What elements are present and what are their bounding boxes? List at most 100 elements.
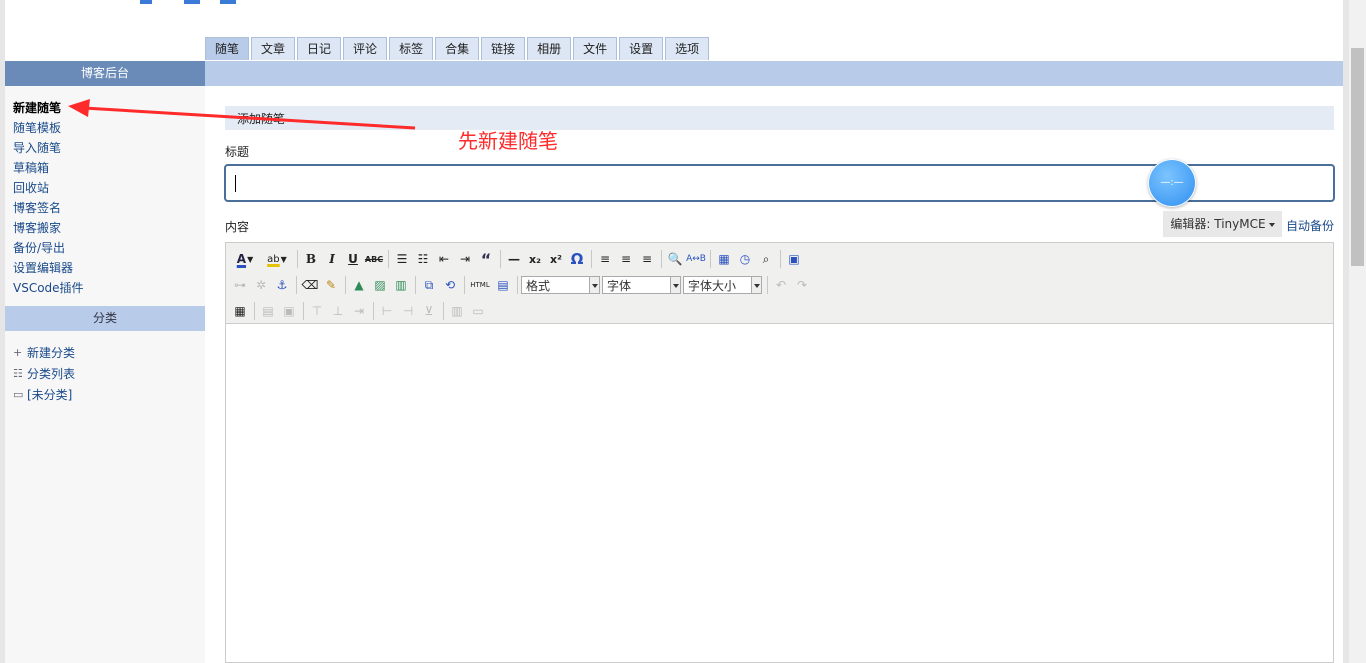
merge-cells-icon[interactable]: ▭ xyxy=(468,301,488,321)
tab-diary[interactable]: 日记 xyxy=(297,37,342,60)
cell-props-icon[interactable]: ▣ xyxy=(279,301,299,321)
category-item-uncategorized[interactable]: ▭ [未分类] xyxy=(13,384,75,405)
bold-icon[interactable]: B xyxy=(301,249,321,269)
sidebar-item-import[interactable]: 导入随笔 xyxy=(13,138,84,158)
unlink-icon[interactable]: ✲ xyxy=(251,275,271,295)
insert-date-icon[interactable]: ▦ xyxy=(714,249,734,269)
tab-article[interactable]: 文章 xyxy=(251,37,296,60)
superscript-icon[interactable]: x² xyxy=(546,249,566,269)
format-select[interactable]: 格式 xyxy=(521,276,600,294)
sidebar-item-templates[interactable]: 随笔模板 xyxy=(13,118,84,138)
sidebar-item-backup[interactable]: 备份/导出 xyxy=(13,238,84,258)
find-icon[interactable]: 🔍 xyxy=(665,249,685,269)
scrollbar-thumb[interactable] xyxy=(1351,48,1364,266)
text-color-icon[interactable]: A ▼ xyxy=(230,249,260,269)
toolbar-separator xyxy=(415,276,416,294)
image-icon[interactable]: ▨ xyxy=(370,275,390,295)
undo-icon[interactable]: ↶ xyxy=(771,275,791,295)
tab-essay[interactable]: 随笔 xyxy=(205,37,250,60)
main-tabs: 随笔 文章 日记 评论 标签 合集 链接 相册 文件 设置 选项 xyxy=(205,37,710,61)
horizontal-rule-icon[interactable]: — xyxy=(504,249,524,269)
sidebar-item-vscode[interactable]: VSCode插件 xyxy=(13,278,84,298)
delete-col-icon[interactable]: ⊻ xyxy=(419,301,439,321)
delete-row-icon[interactable]: ⇥ xyxy=(349,301,369,321)
preview-icon[interactable]: ⌕ xyxy=(756,249,776,269)
tab-links[interactable]: 链接 xyxy=(481,37,526,60)
col-after-icon[interactable]: ⊣ xyxy=(398,301,418,321)
align-center-icon[interactable]: ≡ xyxy=(616,249,636,269)
vertical-scrollbar[interactable] xyxy=(1349,0,1366,663)
toolbar-separator xyxy=(345,276,346,294)
align-left-icon[interactable]: ≡ xyxy=(595,249,615,269)
anchor-icon[interactable]: ⚓ xyxy=(272,275,292,295)
editor-content-area[interactable] xyxy=(226,324,1333,662)
title-label: 标题 xyxy=(225,145,250,159)
toolbar-separator xyxy=(500,250,501,268)
font-select[interactable]: 字体 xyxy=(602,276,681,294)
tab-comments[interactable]: 评论 xyxy=(343,37,388,60)
logo-fragment xyxy=(140,0,240,6)
insert-time-icon[interactable]: ◷ xyxy=(735,249,755,269)
numbered-list-icon[interactable]: ☷ xyxy=(413,249,433,269)
eraser-icon[interactable]: ⌫ xyxy=(300,275,320,295)
align-right-icon[interactable]: ≡ xyxy=(637,249,657,269)
category-item-label: 新建分类 xyxy=(27,346,76,360)
category-header: 分类 xyxy=(5,306,205,331)
category-item-new[interactable]: + 新建分类 xyxy=(13,342,75,363)
toolbar-separator xyxy=(303,302,304,320)
subscript-icon[interactable]: x₂ xyxy=(525,249,545,269)
code-icon[interactable]: ⟲ xyxy=(440,275,460,295)
toolbar-separator xyxy=(443,302,444,320)
save-icon[interactable]: ▣ xyxy=(784,249,804,269)
media-icon[interactable]: ▥ xyxy=(391,275,411,295)
link-icon[interactable]: ⊶ xyxy=(230,275,250,295)
strikethrough-icon[interactable]: ABC xyxy=(364,249,384,269)
insert-code-icon[interactable]: ⧉ xyxy=(419,275,439,295)
tab-tags[interactable]: 标签 xyxy=(389,37,434,60)
split-cells-icon[interactable]: ▥ xyxy=(447,301,467,321)
cleanup-icon[interactable]: ✎ xyxy=(321,275,341,295)
upload-image-icon[interactable]: ▲ xyxy=(349,275,369,295)
bullet-list-icon[interactable]: ☰ xyxy=(392,249,412,269)
tab-options[interactable]: 选项 xyxy=(665,37,710,60)
blockquote-icon[interactable]: “ xyxy=(476,249,496,269)
category-item-list[interactable]: ☷ 分类列表 xyxy=(13,363,75,384)
font-size-select[interactable]: 字体大小 xyxy=(683,276,762,294)
floating-assist-button[interactable]: —:— xyxy=(1148,159,1196,207)
sidebar-item-drafts[interactable]: 草稿箱 xyxy=(13,158,84,178)
highlight-color-icon[interactable]: ab ▼ xyxy=(261,249,293,269)
fullscreen-icon[interactable]: ▤ xyxy=(493,275,513,295)
category-menu: + 新建分类 ☷ 分类列表 ▭ [未分类] xyxy=(13,342,75,405)
row-after-icon[interactable]: ⊥ xyxy=(328,301,348,321)
sidebar-item-trash[interactable]: 回收站 xyxy=(13,178,84,198)
plus-icon: + xyxy=(13,346,23,359)
tab-settings[interactable]: 设置 xyxy=(619,37,664,60)
category-item-label: [未分类] xyxy=(27,388,73,402)
chevron-down-icon xyxy=(670,277,680,293)
toolbar-separator xyxy=(517,276,518,294)
tab-collections[interactable]: 合集 xyxy=(435,37,480,60)
sidebar-item-editor-settings[interactable]: 设置编辑器 xyxy=(13,258,84,278)
outdent-icon[interactable]: ⇤ xyxy=(434,249,454,269)
auto-backup-link[interactable]: 自动备份 xyxy=(1286,217,1334,234)
underline-icon[interactable]: U xyxy=(343,249,363,269)
row-props-icon[interactable]: ▤ xyxy=(258,301,278,321)
sidebar-item-new-post[interactable]: 新建随笔 xyxy=(13,98,84,118)
replace-icon[interactable]: A↔B xyxy=(686,249,706,269)
row-before-icon[interactable]: ⊤ xyxy=(307,301,327,321)
toolbar-separator xyxy=(767,276,768,294)
toolbar-separator xyxy=(661,250,662,268)
tab-album[interactable]: 相册 xyxy=(527,37,572,60)
redo-icon[interactable]: ↷ xyxy=(792,275,812,295)
col-before-icon[interactable]: ⊢ xyxy=(377,301,397,321)
sidebar-item-signature[interactable]: 博客签名 xyxy=(13,198,84,218)
html-source-icon[interactable]: HTML xyxy=(468,275,492,295)
editor-type-dropdown[interactable]: 编辑器: TinyMCE xyxy=(1163,211,1282,237)
annotation-text: 先新建随笔 xyxy=(458,129,558,153)
indent-icon[interactable]: ⇥ xyxy=(455,249,475,269)
special-char-icon[interactable]: Ω xyxy=(567,249,587,269)
tab-files[interactable]: 文件 xyxy=(573,37,618,60)
insert-table-icon[interactable]: ▦ xyxy=(230,301,250,321)
sidebar-item-migration[interactable]: 博客搬家 xyxy=(13,218,84,238)
italic-icon[interactable]: I xyxy=(322,249,342,269)
